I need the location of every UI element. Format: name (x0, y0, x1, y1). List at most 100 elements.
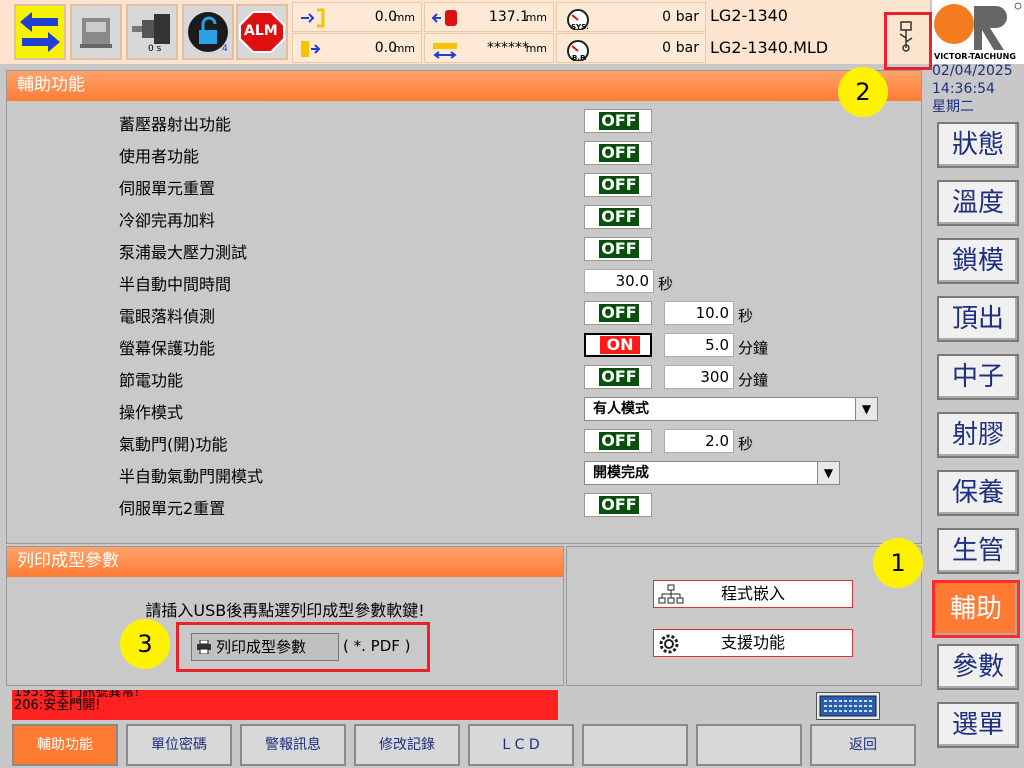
chevron-down-icon: ▼ (817, 462, 839, 484)
footer-unit-password-button[interactable]: 單位密碼 (126, 724, 232, 766)
operation-mode-value: 有人模式 (593, 401, 649, 417)
hierarchy-icon (658, 584, 684, 604)
pneumatic-door-input[interactable]: 2.0 (664, 429, 734, 453)
injection-position-unit: mm (393, 11, 415, 24)
nav-parameters[interactable]: 參數 (937, 644, 1019, 690)
nav-ejector[interactable]: 頂出 (937, 296, 1019, 342)
injection-position-icon (301, 8, 325, 28)
screen-saver-input[interactable]: 5.0 (664, 333, 734, 357)
photo-eye-drop-label: 電眼落料偵測 (119, 307, 216, 326)
back-pressure-unit: bar (675, 40, 699, 56)
nav-maintenance[interactable]: 保養 (937, 470, 1019, 516)
ejector-position-unit: mm (393, 42, 415, 55)
pneumatic-door-switch[interactable]: OFF (584, 429, 652, 453)
brand-logo: VICTOR-TAICHUNG (932, 0, 1024, 64)
keyboard-icon (819, 695, 877, 717)
model-name: LG2-1340 (710, 6, 788, 25)
nav-injection[interactable]: 射膠 (937, 412, 1019, 458)
nav-temperature[interactable]: 溫度 (937, 180, 1019, 226)
nav-core[interactable]: 中子 (937, 354, 1019, 400)
usb-highlight-frame (884, 12, 932, 70)
servo-reset-label: 伺服單元重置 (119, 179, 216, 198)
nav-clamp[interactable]: 鎖模 (937, 238, 1019, 284)
machine-icon (80, 18, 112, 48)
alm-label: ALM (244, 23, 278, 39)
cool-then-charge-switch[interactable]: OFF (584, 205, 652, 229)
clock-date: 02/04/2025 (932, 63, 1013, 79)
photo-eye-drop-input[interactable]: 10.0 (664, 301, 734, 325)
auxiliary-function-panel: 輔助功能 蓄壓器射出功能 OFF 使用者功能 OFF 伺服單元重置 OFF 冷卻… (6, 70, 922, 544)
screw-position-unit: mm (525, 42, 547, 55)
photo-eye-drop-switch[interactable]: OFF (584, 301, 652, 325)
semi-auto-interval-label: 半自動中間時間 (119, 275, 232, 294)
accumulator-injection-switch[interactable]: OFF (584, 109, 652, 133)
pump-max-pressure-test-switch[interactable]: OFF (584, 237, 652, 261)
step-badge-3: 3 (120, 619, 170, 669)
alarm-line-2: 206:安全門開! (14, 698, 101, 713)
nav-status[interactable]: 狀態 (937, 122, 1019, 168)
footer-change-log-button[interactable]: 修改記錄 (354, 724, 460, 766)
cool-then-charge-label: 冷卻完再加料 (119, 211, 216, 230)
screw-position-icon (433, 43, 457, 59)
servo2-reset-label: 伺服單元2重置 (119, 499, 226, 518)
brand-name: VICTOR-TAICHUNG (934, 52, 1016, 61)
accumulator-injection-label: 蓄壓器射出功能 (119, 115, 232, 134)
timer-button[interactable]: 0 s (126, 4, 178, 60)
screen-saver-unit: 分鐘 (738, 339, 769, 357)
footer-blank-button-1[interactable] (582, 724, 688, 766)
operation-mode-label: 操作模式 (119, 403, 184, 422)
clock: 02/04/2025 14:36:54 星期二 (932, 62, 1024, 116)
footer-alarm-messages-button[interactable]: 警報訊息 (240, 724, 346, 766)
program-embed-button[interactable]: 程式嵌入 (653, 580, 853, 608)
clock-weekday: 星期二 (932, 99, 974, 115)
screw-position-readout: ****** mm (424, 33, 554, 63)
nav-auxiliary[interactable]: 輔助 (932, 580, 1020, 638)
semi-auto-interval-unit: 秒 (658, 275, 674, 293)
nav-menu[interactable]: 選單 (937, 702, 1019, 748)
clock-time: 14:36:54 (932, 81, 995, 97)
semi-auto-door-mode-select[interactable]: 開模完成 ▼ (584, 461, 840, 485)
semi-auto-interval-input[interactable]: 30.0 (584, 269, 654, 293)
user-function-switch[interactable]: OFF (584, 141, 652, 165)
clamp-position-unit: mm (525, 11, 547, 24)
footer-lcd-button[interactable]: L C D (468, 724, 574, 766)
clamp-position-icon (431, 10, 457, 26)
back-pressure-gauge-label: B.P. (572, 54, 587, 62)
step-badge-1: 1 (873, 538, 923, 588)
injection-position-readout: 0.0 mm (292, 2, 422, 32)
footer-back-button[interactable]: 返回 (810, 724, 916, 766)
tools-panel: 程式嵌入 支援功能 (566, 546, 922, 686)
system-pressure-value: 0 (662, 9, 671, 25)
power-saving-switch[interactable]: OFF (584, 365, 652, 389)
mold-file-name: LG2-1340.MLD (710, 38, 829, 57)
screen-saver-label: 螢幕保護功能 (119, 339, 216, 358)
semi-auto-door-mode-label: 半自動氣動門開模式 (119, 467, 264, 486)
victor-logo-icon (934, 2, 1022, 50)
back-pressure-value: 0 (662, 40, 671, 56)
alarm-button[interactable]: ALM (236, 4, 288, 60)
servo-reset-switch[interactable]: OFF (584, 173, 652, 197)
footer-blank-button-2[interactable] (696, 724, 802, 766)
power-saving-unit: 分鐘 (738, 371, 769, 389)
system-pressure-gauge-label: SYS. (571, 23, 589, 31)
print-highlight-frame (176, 622, 430, 672)
back-pressure-readout: B.P. 0 bar (556, 33, 706, 63)
machine-button[interactable] (70, 4, 122, 60)
clamp-position-value: 137.1 (488, 9, 529, 25)
pneumatic-door-unit: 秒 (738, 435, 754, 453)
nav-production[interactable]: 生管 (937, 528, 1019, 574)
power-saving-input[interactable]: 300 (664, 365, 734, 389)
power-saving-label: 節電功能 (119, 371, 184, 390)
servo2-reset-switch[interactable]: OFF (584, 493, 652, 517)
lock-button[interactable]: 4 (182, 4, 234, 60)
semi-auto-door-mode-value: 開模完成 (593, 465, 649, 481)
operation-mode-select[interactable]: 有人模式 ▼ (584, 397, 878, 421)
lock-level-label: 4 (222, 44, 228, 54)
screen-saver-switch[interactable]: ON (584, 333, 652, 357)
mode-switch-button[interactable] (14, 4, 66, 60)
alarm-message-bar[interactable]: 195:安全門訊號異常! 206:安全門開! (12, 690, 558, 720)
print-instruction: 請插入USB後再點選列印成型參數軟鍵! (145, 601, 425, 620)
support-function-button[interactable]: 支援功能 (653, 629, 853, 657)
footer-auxiliary-button[interactable]: 輔助功能 (12, 724, 118, 766)
keyboard-button[interactable] (816, 692, 880, 720)
